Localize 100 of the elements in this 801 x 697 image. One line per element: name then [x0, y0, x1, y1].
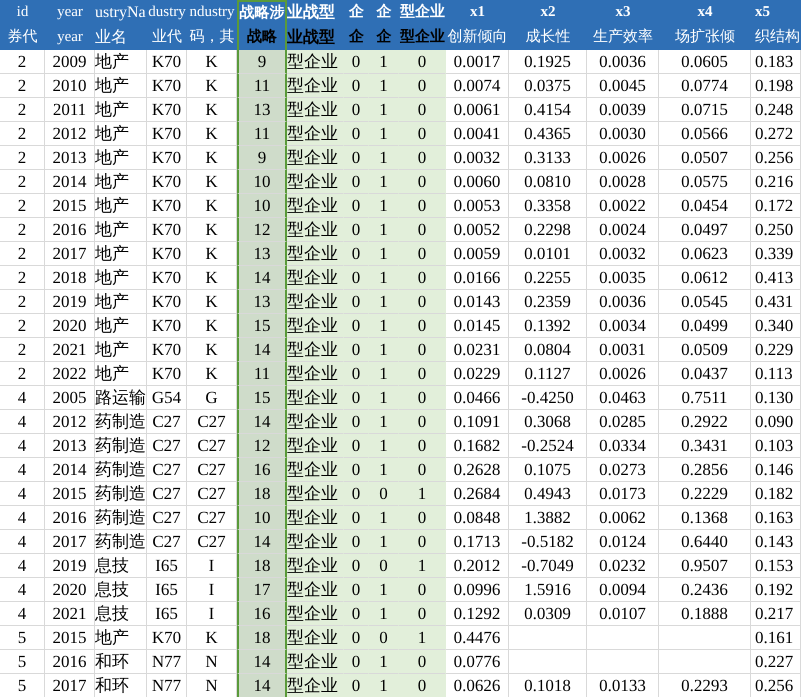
table-cell: N — [187, 650, 237, 674]
table-cell: 2 — [0, 314, 45, 338]
table-cell: 2015 — [45, 194, 95, 218]
table-cell: K70 — [147, 314, 187, 338]
table-cell: 2 — [0, 74, 45, 98]
table-cell: 1 — [369, 410, 399, 434]
table-cell: 地产 — [95, 122, 147, 146]
table-cell: 型企业 — [287, 290, 344, 314]
table-cell: 1 — [369, 338, 399, 362]
table-cell: I65 — [147, 554, 187, 578]
table-cell: 0.0022 — [587, 194, 659, 218]
table-cell: 0.227 — [751, 650, 801, 674]
column-header[interactable]: x1 — [446, 0, 509, 25]
column-header[interactable]: x4 — [659, 0, 751, 25]
column-header[interactable]: x2 — [509, 0, 587, 25]
table-cell: -0.2524 — [509, 434, 587, 458]
column-label: 成长性 — [509, 25, 587, 50]
table-cell: 0.0848 — [446, 506, 509, 530]
table-cell: 型企业 — [287, 434, 344, 458]
table-cell: C27 — [187, 530, 237, 554]
table-cell: 2 — [0, 290, 45, 314]
table-cell: 地产 — [95, 626, 147, 650]
column-header[interactable]: 战略涉 — [237, 0, 287, 25]
table-cell: 2011 — [45, 98, 95, 122]
table-cell: 2022 — [45, 362, 95, 386]
column-header[interactable]: 企 — [369, 0, 399, 25]
table-cell: 0.256 — [751, 146, 801, 170]
table-cell: 17 — [237, 578, 287, 602]
table-cell: 0 — [399, 506, 446, 530]
table-cell: 型企业 — [287, 506, 344, 530]
table-cell: 型企业 — [287, 482, 344, 506]
table-cell: 0.248 — [751, 98, 801, 122]
table-cell: 2014 — [45, 458, 95, 482]
table-cell: 息技 — [95, 578, 147, 602]
table-cell: 0 — [399, 242, 446, 266]
column-header[interactable]: year — [45, 0, 95, 25]
table-cell: C27 — [187, 410, 237, 434]
table-cell: 0 — [344, 506, 369, 530]
table-cell: 型企业 — [287, 314, 344, 338]
table-cell: 0.3358 — [509, 194, 587, 218]
table-cell: 2 — [0, 362, 45, 386]
column-header[interactable]: x3 — [587, 0, 659, 25]
table-cell: 0.161 — [751, 626, 801, 650]
table-cell: K70 — [147, 194, 187, 218]
table-cell: 5 — [0, 650, 45, 674]
table-cell: 和环 — [95, 674, 147, 697]
table-cell: 地产 — [95, 314, 147, 338]
table-cell: 4 — [0, 482, 45, 506]
table-cell: 0.9507 — [659, 554, 751, 578]
column-header[interactable]: ndustry — [187, 0, 237, 25]
table-cell: 0 — [399, 410, 446, 434]
table-cell: 14 — [237, 410, 287, 434]
table-cell: 1 — [369, 194, 399, 218]
table-cell: 0.103 — [751, 434, 801, 458]
table-cell: 1 — [369, 602, 399, 626]
table-cell: 型企业 — [287, 626, 344, 650]
table-cell: 2009 — [45, 50, 95, 74]
column-header[interactable]: dustry — [147, 0, 187, 25]
table-cell: 14 — [237, 338, 287, 362]
table-cell: 2020 — [45, 314, 95, 338]
table-cell: 0.182 — [751, 482, 801, 506]
table-cell: 0.0032 — [587, 242, 659, 266]
table-cell: 0.0545 — [659, 290, 751, 314]
table-cell: C27 — [187, 434, 237, 458]
table-cell: K — [187, 242, 237, 266]
table-cell: 0.0375 — [509, 74, 587, 98]
column-header[interactable]: id — [0, 0, 45, 25]
table-cell: 0.130 — [751, 386, 801, 410]
table-cell: 0 — [399, 578, 446, 602]
table-cell: G — [187, 386, 237, 410]
table-cell: 0.2012 — [446, 554, 509, 578]
column-header[interactable]: x5 — [751, 0, 801, 25]
table-cell: C27 — [147, 506, 187, 530]
table-cell: I — [187, 554, 237, 578]
table-cell: 0.3431 — [659, 434, 751, 458]
table-cell: 0.2856 — [659, 458, 751, 482]
table-cell: 1 — [369, 650, 399, 674]
table-cell: 0.1091 — [446, 410, 509, 434]
table-cell: 型企业 — [287, 146, 344, 170]
table-cell: 0.2436 — [659, 578, 751, 602]
column-header[interactable]: 型企业 — [399, 0, 446, 25]
table-cell: 0.0804 — [509, 338, 587, 362]
column-label: 创新倾向 — [446, 25, 509, 50]
column-header[interactable]: ustryNa — [95, 0, 147, 25]
table-cell: 0.0231 — [446, 338, 509, 362]
table-cell: 2016 — [45, 218, 95, 242]
table-cell: 0 — [344, 290, 369, 314]
table-cell: 0.0045 — [587, 74, 659, 98]
table-cell: K70 — [147, 146, 187, 170]
table-cell: 1 — [399, 554, 446, 578]
column-header[interactable]: 业战型 — [287, 0, 344, 25]
table-cell: 2013 — [45, 146, 95, 170]
table-cell: 2015 — [45, 482, 95, 506]
table-cell: 0.413 — [751, 266, 801, 290]
column-header[interactable]: 企 — [344, 0, 369, 25]
table-cell: 0.1925 — [509, 50, 587, 74]
table-cell: K — [187, 290, 237, 314]
table-cell: 0.0035 — [587, 266, 659, 290]
table-cell: 2 — [0, 50, 45, 74]
table-cell: 11 — [237, 362, 287, 386]
